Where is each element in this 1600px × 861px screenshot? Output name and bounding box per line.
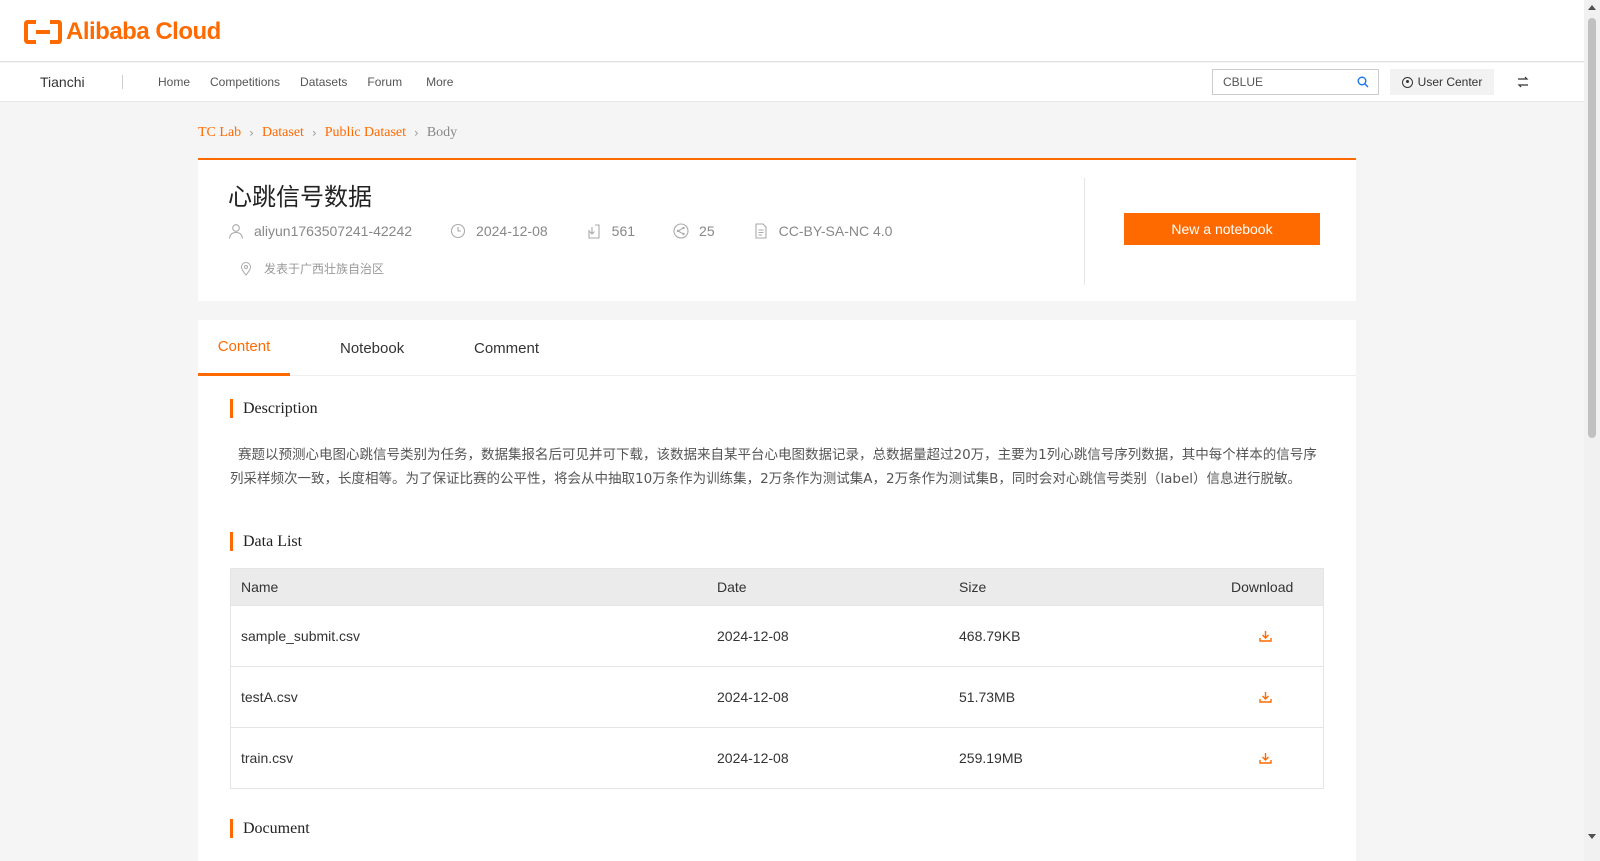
license-text: CC-BY-SA-NC 4.0 (778, 223, 893, 239)
author-name[interactable]: aliyun1763507241-42242 (254, 223, 412, 239)
meta-date: 2024-12-08 (450, 223, 548, 239)
alibaba-cloud-logo[interactable]: Alibaba Cloud (24, 18, 221, 46)
nav-link-datasets[interactable]: Datasets (300, 75, 347, 89)
breadcrumb-current: Body (426, 125, 458, 140)
scroll-up-icon[interactable] (1588, 5, 1596, 10)
search-icon[interactable] (1357, 76, 1369, 88)
meta-shares: 25 (673, 223, 715, 239)
breadcrumb-public-dataset[interactable]: Public Dataset (325, 125, 406, 141)
data-list-table: Name Date Size Download sample_submit.cs… (230, 568, 1324, 789)
new-notebook-button[interactable]: New a notebook (1124, 213, 1320, 245)
license-document-icon (755, 223, 767, 239)
logo-text: Alibaba Cloud (66, 18, 221, 45)
chevron-right-icon: › (249, 126, 254, 140)
breadcrumb-dataset[interactable]: Dataset (262, 125, 304, 141)
header-download: Download (1231, 579, 1294, 595)
download-count-icon (588, 224, 600, 239)
share-count: 25 (699, 223, 715, 239)
user-center-button[interactable]: User Center (1390, 69, 1494, 95)
file-name: train.csv (241, 750, 294, 766)
clock-icon (450, 223, 466, 239)
file-name: sample_submit.csv (241, 628, 361, 644)
section-document-title: Document (230, 819, 310, 838)
download-icon[interactable] (1259, 667, 1273, 727)
nav-links: Home Competitions Datasets Forum More (158, 75, 473, 89)
description-text: 赛题以预测心电图心跳信号类别为任务，数据集报名后可见并可下载，该数据来自某平台心… (230, 447, 1317, 487)
breadcrumb-tc-lab[interactable]: TC Lab (198, 125, 241, 141)
tab-comment[interactable]: Comment (474, 320, 539, 376)
download-icon[interactable] (1259, 728, 1273, 788)
file-name: testA.csv (241, 689, 298, 705)
chevron-right-icon: › (414, 126, 419, 140)
section-data-list-title: Data List (230, 532, 302, 551)
dataset-header-card: 心跳信号数据 aliyun1763507241-42242 2024-12-08… (198, 158, 1356, 301)
file-size: 468.79KB (959, 628, 1021, 644)
switch-language-icon[interactable] (1517, 76, 1529, 88)
page-scrollbar[interactable] (1584, 0, 1600, 861)
table-row: testA.csv 2024-12-08 51.73MB (231, 666, 1323, 727)
dataset-title: 心跳信号数据 (228, 183, 372, 211)
location-pin-icon (240, 261, 252, 276)
header-size: Size (959, 579, 987, 595)
header-name: Name (241, 579, 279, 595)
top-navbar: Tianchi Home Competitions Datasets Forum… (0, 63, 1584, 102)
meta-author: aliyun1763507241-42242 (228, 223, 412, 239)
file-date: 2024-12-08 (717, 628, 789, 644)
location-text: 发表于广西壮族自治区 (264, 262, 385, 276)
table-row: train.csv 2024-12-08 259.19MB (231, 727, 1323, 788)
user-icon (228, 224, 244, 239)
download-icon[interactable] (1259, 606, 1273, 666)
chevron-right-icon: › (311, 126, 317, 140)
table-row: sample_submit.csv 2024-12-08 468.79KB (231, 605, 1323, 666)
search-input[interactable] (1213, 70, 1343, 94)
tab-content[interactable]: Content (198, 320, 290, 376)
meta-downloads: 561 (586, 223, 635, 239)
header-date: Date (717, 579, 747, 595)
file-date: 2024-12-08 (717, 689, 789, 705)
search-box (1212, 69, 1379, 95)
dataset-meta: aliyun1763507241-42242 2024-12-08 561 25 (228, 223, 930, 239)
file-date: 2024-12-08 (717, 750, 789, 766)
scroll-down-icon[interactable] (1588, 834, 1596, 839)
header-divider (1084, 178, 1085, 285)
share-icon (673, 223, 689, 239)
nav-link-home[interactable]: Home (158, 75, 190, 89)
meta-license: CC-BY-SA-NC 4.0 (753, 223, 893, 239)
table-header-row: Name Date Size Download (231, 569, 1323, 605)
file-size: 51.73MB (959, 689, 1016, 705)
content-tabs: Content Notebook Comment (198, 320, 1356, 376)
section-description-title: Description (230, 399, 318, 418)
nav-divider (122, 75, 123, 89)
alibaba-logo-icon (24, 20, 62, 44)
content-card: Content Notebook Comment Description 赛题以… (198, 320, 1356, 861)
scrollbar-thumb[interactable] (1588, 18, 1596, 438)
nav-link-more[interactable]: More (426, 75, 453, 89)
file-size: 259.19MB (959, 750, 1023, 766)
brand-header: Alibaba Cloud (0, 0, 1584, 62)
nav-link-forum[interactable]: Forum (367, 75, 402, 89)
publish-date: 2024-12-08 (476, 223, 548, 239)
breadcrumb: TC Lab › Dataset › Public Dataset › Body (198, 125, 457, 141)
tab-notebook[interactable]: Notebook (340, 320, 404, 376)
nav-brand-tianchi[interactable]: Tianchi (40, 74, 85, 90)
user-center-label: User Center (1417, 75, 1483, 89)
nav-link-competitions[interactable]: Competitions (210, 75, 280, 89)
download-count: 561 (611, 223, 636, 239)
user-icon (1401, 76, 1413, 88)
location-row: 发表于广西壮族自治区 (240, 260, 384, 277)
